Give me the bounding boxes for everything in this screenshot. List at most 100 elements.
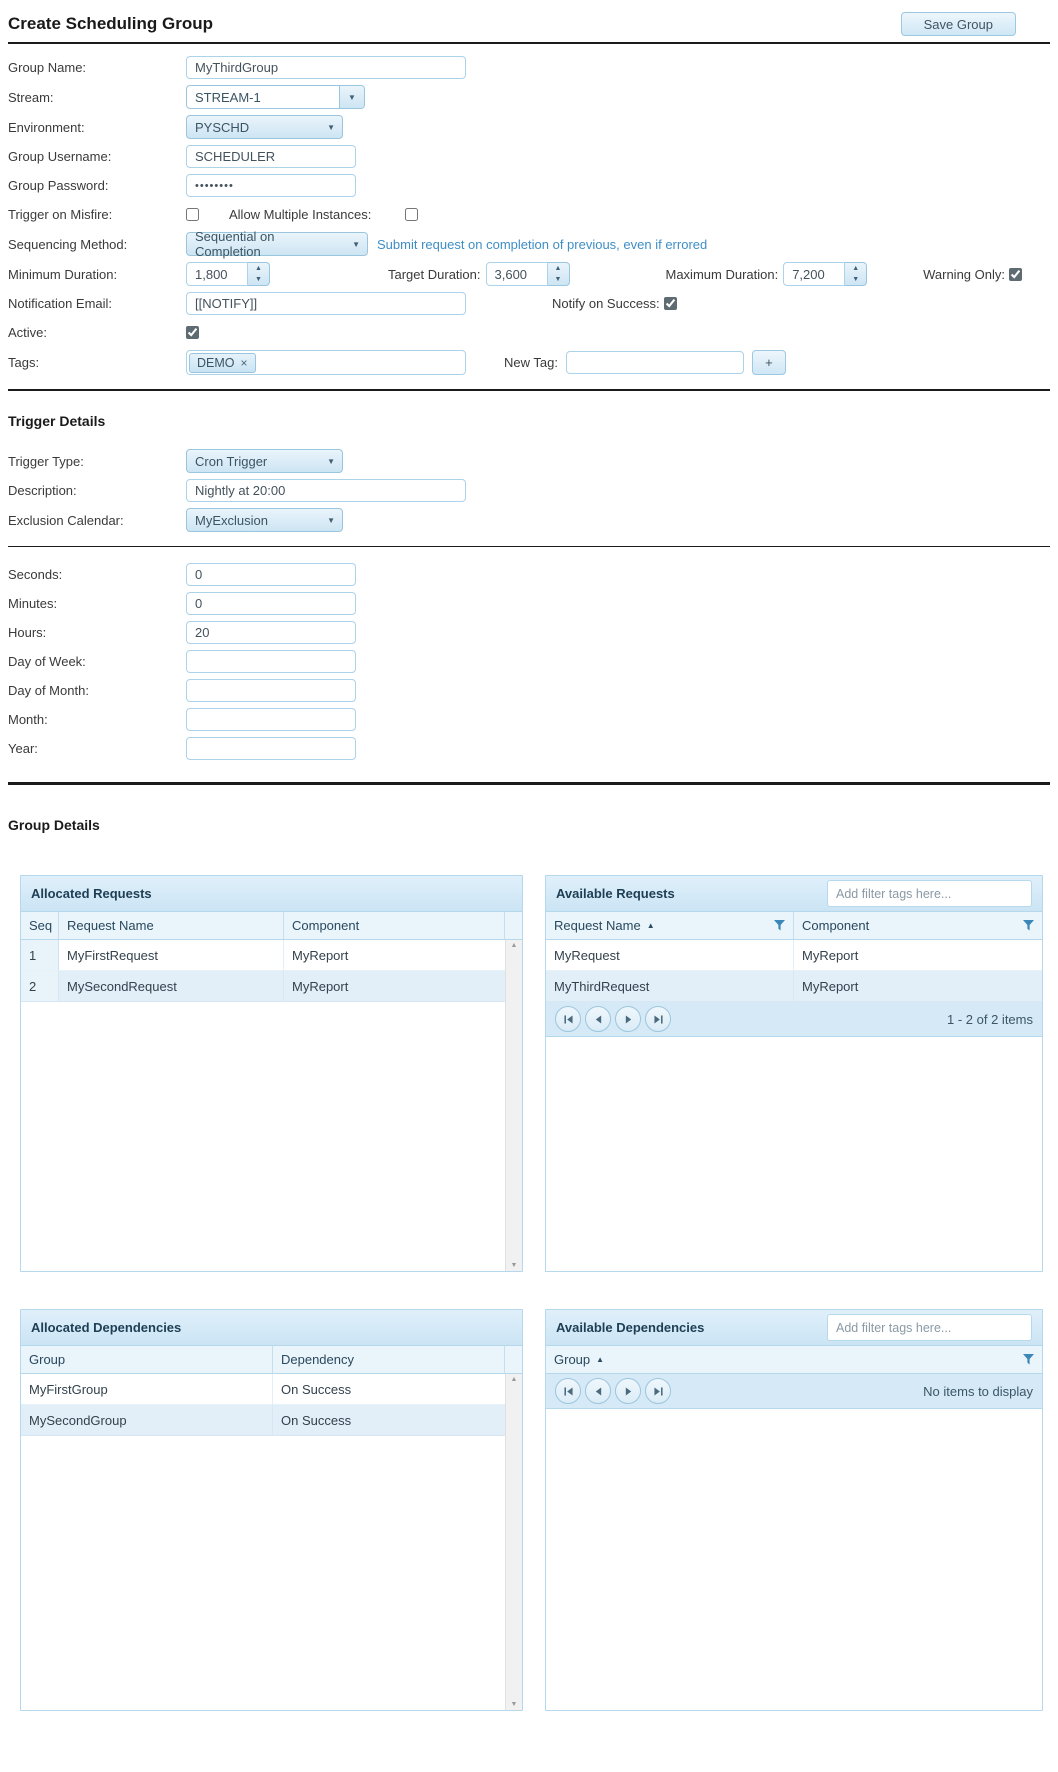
- group-password-input[interactable]: [186, 174, 356, 197]
- spinner-down-icon[interactable]: ▼: [845, 274, 866, 285]
- filter-icon[interactable]: [1023, 920, 1034, 931]
- spinner-up-icon[interactable]: ▲: [548, 263, 569, 274]
- column-header-component[interactable]: Component: [794, 912, 1042, 939]
- description-input[interactable]: [186, 479, 466, 502]
- table-row[interactable]: MyThirdRequest MyReport: [546, 971, 1042, 1002]
- allow-multiple-instances-checkbox[interactable]: [405, 208, 418, 221]
- maximum-duration-input[interactable]: [783, 262, 845, 286]
- tag-chip[interactable]: DEMO ×: [189, 353, 256, 373]
- notify-on-success-checkbox[interactable]: [664, 297, 677, 310]
- allocated-requests-title-bar: Allocated Requests: [21, 876, 522, 912]
- spinner-down-icon[interactable]: ▼: [248, 274, 269, 285]
- minimum-duration-stepper[interactable]: ▲ ▼: [186, 262, 270, 286]
- column-header-component[interactable]: Component: [284, 912, 505, 939]
- pager-status: No items to display: [923, 1384, 1033, 1399]
- stream-dropdown-button[interactable]: ▼: [339, 86, 364, 108]
- cron-year-input[interactable]: [186, 737, 356, 760]
- table-row[interactable]: MyRequest MyReport: [546, 940, 1042, 971]
- allocated-dependencies-column-headers: Group Dependency: [21, 1346, 522, 1374]
- vertical-scrollbar[interactable]: ▲ ▼: [505, 940, 522, 1271]
- cron-seconds-input[interactable]: [186, 563, 356, 586]
- allocated-dependencies-rows: MyFirstGroup On Success MySecondGroup On…: [21, 1374, 505, 1710]
- first-page-button[interactable]: [555, 1378, 581, 1404]
- minimum-duration-input[interactable]: [186, 262, 248, 286]
- table-row[interactable]: 2 MySecondRequest MyReport: [21, 971, 505, 1002]
- target-duration-stepper[interactable]: ▲ ▼: [486, 262, 570, 286]
- new-tag-input[interactable]: [566, 351, 744, 374]
- group-password-label: Group Password:: [8, 178, 186, 193]
- add-tag-button[interactable]: +: [752, 350, 786, 375]
- table-row[interactable]: MySecondGroup On Success: [21, 1405, 505, 1436]
- next-page-button[interactable]: [615, 1006, 641, 1032]
- scroll-up-icon[interactable]: ▲: [511, 942, 518, 949]
- environment-dropdown[interactable]: PYSCHD ▼: [186, 115, 343, 139]
- warning-only-label: Warning Only:: [923, 267, 1005, 282]
- filter-icon[interactable]: [774, 920, 785, 931]
- spinner-up-icon[interactable]: ▲: [845, 263, 866, 274]
- trigger-type-dropdown[interactable]: Cron Trigger ▼: [186, 449, 343, 473]
- allocated-dependencies-title-bar: Allocated Dependencies: [21, 1310, 522, 1346]
- cron-day-of-month-label: Day of Month:: [8, 683, 186, 698]
- tags-input[interactable]: DEMO ×: [186, 350, 466, 375]
- cron-minutes-input[interactable]: [186, 592, 356, 615]
- last-page-button[interactable]: [645, 1006, 671, 1032]
- cron-hours-input[interactable]: [186, 621, 356, 644]
- scroll-up-icon[interactable]: ▲: [511, 1376, 518, 1383]
- table-row[interactable]: 1 MyFirstRequest MyReport: [21, 940, 505, 971]
- exclusion-calendar-row: Exclusion Calendar: MyExclusion ▼: [8, 508, 1050, 532]
- allocated-requests-title: Allocated Requests: [31, 886, 152, 901]
- available-requests-rows: MyRequest MyReport MyThirdRequest MyRepo…: [546, 940, 1042, 1002]
- cron-day-of-week-input[interactable]: [186, 650, 356, 673]
- sequencing-method-dropdown[interactable]: Sequential on Completion ▼: [186, 232, 368, 256]
- maximum-duration-spin-buttons[interactable]: ▲ ▼: [845, 262, 867, 286]
- previous-page-button[interactable]: [585, 1378, 611, 1404]
- column-header-group[interactable]: Group ▲: [546, 1346, 1042, 1373]
- cron-month-input[interactable]: [186, 708, 356, 731]
- section-divider-2: [8, 782, 1050, 785]
- table-row[interactable]: MyFirstGroup On Success: [21, 1374, 505, 1405]
- active-checkbox[interactable]: [186, 326, 199, 339]
- scroll-down-icon[interactable]: ▼: [511, 1701, 518, 1708]
- warning-only-checkbox[interactable]: [1009, 268, 1022, 281]
- target-duration-input[interactable]: [486, 262, 548, 286]
- minimum-duration-spin-buttons[interactable]: ▲ ▼: [248, 262, 270, 286]
- previous-page-button[interactable]: [585, 1006, 611, 1032]
- spinner-down-icon[interactable]: ▼: [548, 274, 569, 285]
- cell-request-name: MyRequest: [546, 940, 794, 970]
- active-label: Active:: [8, 325, 186, 340]
- filter-icon[interactable]: [1023, 1354, 1034, 1365]
- next-page-button[interactable]: [615, 1378, 641, 1404]
- vertical-scrollbar[interactable]: ▲ ▼: [505, 1374, 522, 1710]
- stream-dropdown[interactable]: STREAM-1 ▼: [186, 85, 365, 109]
- save-group-button[interactable]: Save Group: [901, 12, 1016, 36]
- last-page-button[interactable]: [645, 1378, 671, 1404]
- cron-day-of-month-input[interactable]: [186, 679, 356, 702]
- available-dependencies-filter-input[interactable]: [827, 1314, 1032, 1341]
- target-duration-spin-buttons[interactable]: ▲ ▼: [548, 262, 570, 286]
- notification-email-input[interactable]: [186, 292, 466, 315]
- chevron-down-icon: ▼: [327, 516, 335, 525]
- group-username-input[interactable]: [186, 145, 356, 168]
- remove-tag-icon[interactable]: ×: [241, 357, 248, 369]
- cron-day-of-week-label: Day of Week:: [8, 654, 186, 669]
- cell-component: MyReport: [794, 940, 1042, 970]
- column-header-group[interactable]: Group: [21, 1346, 273, 1373]
- column-header-seq[interactable]: Seq: [21, 912, 59, 939]
- description-row: Description:: [8, 479, 1050, 502]
- pager-buttons: [555, 1006, 671, 1032]
- trigger-on-misfire-checkbox[interactable]: [186, 208, 199, 221]
- allocated-requests-column-headers: Seq Request Name Component: [21, 912, 522, 940]
- group-name-input[interactable]: [186, 56, 466, 79]
- maximum-duration-stepper[interactable]: ▲ ▼: [783, 262, 867, 286]
- column-header-request-name[interactable]: Request Name ▲: [546, 912, 794, 939]
- first-page-button[interactable]: [555, 1006, 581, 1032]
- allocated-requests-rows: 1 MyFirstRequest MyReport 2 MySecondRequ…: [21, 940, 505, 1271]
- column-header-request-name[interactable]: Request Name: [59, 912, 284, 939]
- spinner-up-icon[interactable]: ▲: [248, 263, 269, 274]
- scroll-down-icon[interactable]: ▼: [511, 1262, 518, 1269]
- exclusion-calendar-dropdown[interactable]: MyExclusion ▼: [186, 508, 343, 532]
- allocated-requests-body: 1 MyFirstRequest MyReport 2 MySecondRequ…: [21, 940, 522, 1271]
- available-requests-filter-input[interactable]: [827, 880, 1032, 907]
- column-header-dependency[interactable]: Dependency: [273, 1346, 505, 1373]
- sort-ascending-icon: ▲: [647, 921, 655, 930]
